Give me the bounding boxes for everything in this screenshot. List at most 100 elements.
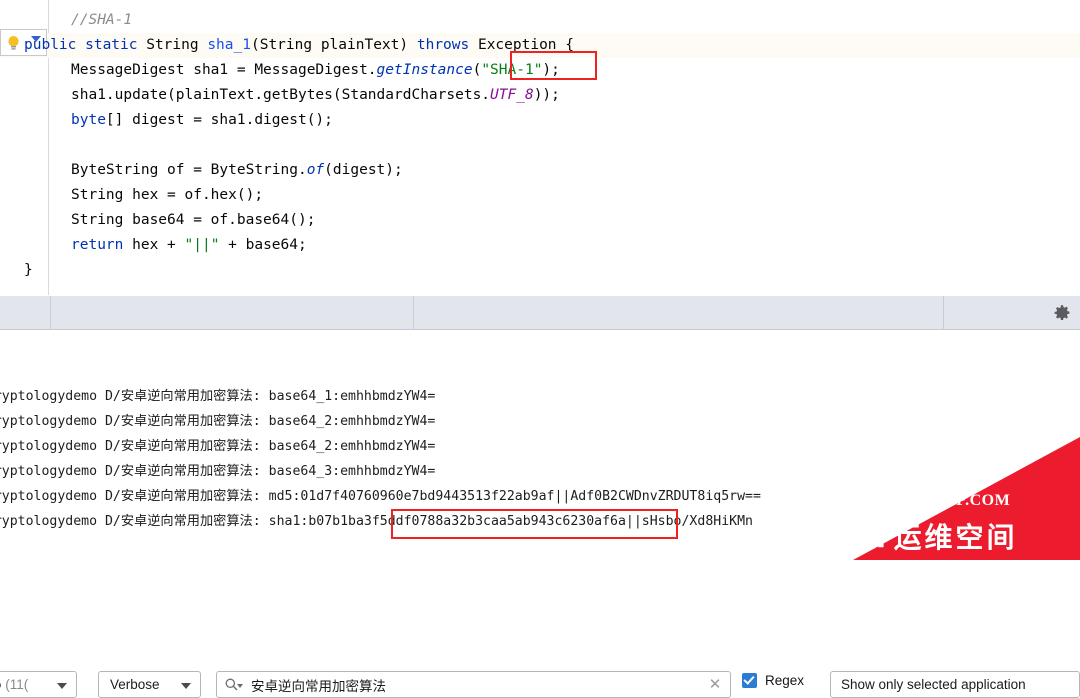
- code-token: String: [146, 37, 208, 53]
- device-name-label: mo: [0, 677, 1, 692]
- log-level-tag: D/: [104, 439, 121, 454]
- gear-icon[interactable]: [1053, 304, 1071, 322]
- application-filter-label: Show only selected application: [841, 677, 1026, 692]
- log-category-tag: 安卓逆向常用加密算法: [120, 414, 253, 429]
- code-token: sha1.update(plainText.getBytes(StandardC…: [71, 87, 491, 103]
- log-level-tag: D/: [104, 464, 121, 479]
- strip-divider-2: [413, 296, 414, 330]
- log-message: base64_2:emhhbmdzYW4=: [268, 414, 436, 429]
- code-token: sha_1: [207, 37, 251, 53]
- log-separator: :: [252, 514, 269, 529]
- code-token: return: [71, 237, 133, 253]
- chevron-down-icon[interactable]: [57, 683, 67, 689]
- log-level-tag: D/: [104, 489, 121, 504]
- code-token: static: [85, 37, 147, 53]
- regex-checkbox-group[interactable]: Regex: [742, 673, 804, 688]
- logcat-row[interactable]: e.cryptologydemo D/安卓逆向常用加密算法: sha1:b07b…: [0, 509, 1080, 534]
- log-separator: :: [252, 389, 269, 404]
- code-token: ));: [533, 87, 560, 103]
- code-line[interactable]: MessageDigest sha1 = MessageDigest.getIn…: [0, 58, 1080, 83]
- code-token: "SHA-1": [481, 62, 543, 78]
- code-token: throws: [416, 37, 478, 53]
- log-process-tag: e.cryptologydemo: [0, 414, 98, 429]
- code-line[interactable]: sha1.update(plainText.getBytes(StandardC…: [0, 83, 1080, 108]
- code-token: String base64 = of.base64();: [71, 212, 316, 228]
- log-separator: :: [252, 414, 269, 429]
- log-message: base64_2:emhhbmdzYW4=: [268, 439, 436, 454]
- code-token: MessageDigest sha1 = MessageDigest.: [71, 62, 377, 78]
- code-line[interactable]: [0, 133, 1080, 158]
- device-selector-dropdown[interactable]: mo (11(: [0, 671, 77, 698]
- code-line[interactable]: //SHA-1: [0, 8, 1080, 33]
- log-process-tag: e.cryptologydemo: [0, 464, 98, 479]
- code-token: ByteString of = ByteString.: [71, 162, 307, 178]
- code-token: (digest);: [324, 162, 403, 178]
- code-token: byte: [71, 112, 106, 128]
- code-token: UTF_8: [490, 87, 534, 103]
- log-level-tag: D/: [104, 389, 121, 404]
- logcat-row[interactable]: e.cryptologydemo D/安卓逆向常用加密算法: base64_1:…: [0, 384, 1080, 409]
- log-process-tag: e.cryptologydemo: [0, 489, 98, 504]
- close-icon[interactable]: ✕: [707, 677, 723, 693]
- log-message: base64_3:emhhbmdzYW4=: [268, 464, 436, 479]
- log-separator: :: [252, 464, 269, 479]
- log-level-tag: D/: [104, 414, 121, 429]
- regex-checkbox[interactable]: [742, 673, 757, 688]
- logcat-row[interactable]: e.cryptologydemo D/安卓逆向常用加密算法: base64_2:…: [0, 434, 1080, 459]
- chevron-down-icon[interactable]: [237, 683, 243, 688]
- code-token: Exception {: [477, 37, 574, 53]
- application-filter-dropdown[interactable]: Show only selected application: [830, 671, 1080, 698]
- log-message: md5:01d7f40760960e7bd9443513f22ab9af||Ad…: [268, 489, 761, 504]
- logcat-row[interactable]: e.cryptologydemo D/安卓逆向常用加密算法: base64_2:…: [0, 409, 1080, 434]
- log-level-tag: D/: [104, 514, 121, 529]
- code-editor[interactable]: //SHA-1 public static String sha_1(String…: [0, 0, 1080, 295]
- code-line[interactable]: return hex + "||" + base64;: [0, 233, 1080, 258]
- code-line[interactable]: ByteString of = ByteString.of(digest);: [0, 158, 1080, 183]
- code-token: public: [24, 37, 86, 53]
- code-token: (: [472, 62, 482, 78]
- logcat-search-input[interactable]: 安卓逆向常用加密算法 ✕: [216, 671, 731, 698]
- log-category-tag: 安卓逆向常用加密算法: [120, 439, 253, 454]
- log-process-tag: e.cryptologydemo: [0, 439, 98, 454]
- logcat-row[interactable]: e.cryptologydemo D/安卓逆向常用加密算法: base64_3:…: [0, 459, 1080, 484]
- log-separator: :: [252, 439, 269, 454]
- code-token: + base64;: [219, 237, 307, 253]
- strip-divider-1: [50, 296, 51, 330]
- logcat-output-panel[interactable]: e.cryptologydemo D/安卓逆向常用加密算法: base64_1:…: [0, 378, 1080, 560]
- log-separator: :: [252, 489, 269, 504]
- code-line[interactable]: String base64 = of.base64();: [0, 208, 1080, 233]
- code-token: }: [24, 262, 33, 278]
- code-token: of: [306, 162, 325, 178]
- logcat-tool-strip: [0, 295, 1080, 330]
- log-message: base64_1:emhhbmdzYW4=: [268, 389, 436, 404]
- code-token: (String plainText): [250, 37, 417, 53]
- code-line[interactable]: byte[] digest = sha1.digest();: [0, 108, 1080, 133]
- code-token: getInstance: [376, 62, 473, 78]
- chevron-down-icon[interactable]: [181, 683, 191, 689]
- log-category-tag: 安卓逆向常用加密算法: [120, 489, 253, 504]
- log-level-dropdown[interactable]: Verbose: [98, 671, 201, 698]
- device-pid-label: (11(: [5, 677, 29, 692]
- code-token: "||": [184, 237, 220, 253]
- code-token: [] digest = sha1.digest();: [105, 112, 333, 128]
- code-token: );: [542, 62, 560, 78]
- code-token: hex +: [132, 237, 185, 253]
- code-line[interactable]: public static String sha_1(String plainT…: [0, 33, 1080, 58]
- log-process-tag: e.cryptologydemo: [0, 514, 98, 529]
- logcat-filter-bar[interactable]: mo (11( Verbose 安卓逆向常用加密算法 ✕ Regex Show …: [0, 330, 1080, 698]
- regex-label: Regex: [765, 673, 805, 688]
- strip-divider-3: [943, 296, 944, 330]
- log-message: sha1:b07b1ba3f5ddf0788a32b3caa5ab943c623…: [268, 514, 753, 529]
- search-icon[interactable]: [225, 678, 243, 692]
- search-query-text: 安卓逆向常用加密算法: [251, 678, 386, 695]
- code-token: String hex = of.hex();: [71, 187, 264, 203]
- code-line[interactable]: }: [0, 258, 1080, 283]
- lightbulb-icon: [6, 35, 21, 51]
- code-text-area[interactable]: //SHA-1 public static String sha_1(String…: [0, 8, 1080, 283]
- code-line[interactable]: String hex = of.hex();: [0, 183, 1080, 208]
- log-process-tag: e.cryptologydemo: [0, 389, 98, 404]
- log-category-tag: 安卓逆向常用加密算法: [120, 389, 253, 404]
- log-category-tag: 安卓逆向常用加密算法: [120, 464, 253, 479]
- log-category-tag: 安卓逆向常用加密算法: [120, 514, 253, 529]
- logcat-row[interactable]: e.cryptologydemo D/安卓逆向常用加密算法: md5:01d7f…: [0, 484, 1080, 509]
